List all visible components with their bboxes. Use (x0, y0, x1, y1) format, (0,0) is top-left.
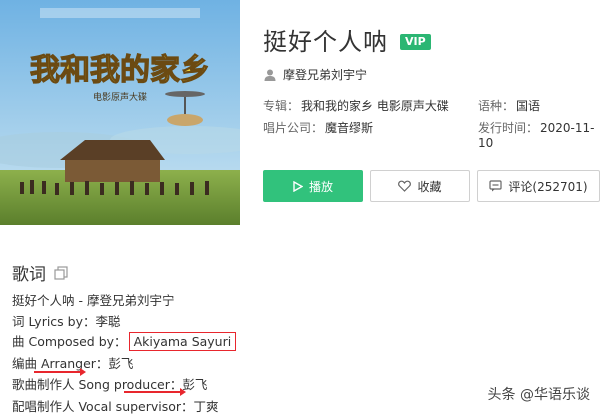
comment-label: 评论(252701) (508, 179, 588, 194)
release-label: 发行时间： (478, 121, 539, 135)
album-link[interactable]: 我和我的家乡 电影原声大碟 (301, 99, 449, 113)
language-value: 国语 (516, 99, 541, 113)
release-info: 发行时间： 2020-11-10 (478, 119, 600, 150)
play-button[interactable]: 播放 (263, 170, 363, 202)
copy-icon[interactable] (54, 265, 68, 280)
album-label: 专辑： (263, 99, 300, 113)
cover-subtitle: 电影原声大碟 (93, 91, 147, 103)
user-icon (264, 69, 276, 81)
company-info: 唱片公司： 魔音缪斯 (263, 119, 373, 136)
annotation-arrow (124, 388, 186, 396)
composer-prefix: 曲 Composed by： (12, 334, 127, 349)
annotation-arrow (34, 368, 86, 376)
lyric-line: 曲 Composed by： Akiyama Sayuri (12, 331, 237, 351)
lyric-line: 编曲 Arranger：彭飞 (12, 356, 134, 371)
favorite-label: 收藏 (417, 179, 442, 194)
language-label: 语种： (478, 99, 515, 113)
comment-button[interactable]: 评论(252701) (477, 170, 600, 202)
lyric-line: 配唱制作人 Vocal supervisor：丁爽 (12, 399, 219, 414)
company-label: 唱片公司： (263, 121, 324, 135)
lyric-line: 词 Lyrics by：李聪 (12, 314, 121, 329)
lyrics-title: 歌词 (12, 265, 46, 285)
heart-icon (398, 180, 412, 192)
company-link[interactable]: 魔音缪斯 (325, 121, 373, 135)
language-info: 语种： 国语 (478, 97, 540, 114)
play-label: 播放 (308, 179, 333, 194)
favorite-button[interactable]: 收藏 (370, 170, 470, 202)
lyrics-heading: 歌词 (12, 260, 68, 285)
lyric-line: 挺好个人呐 - 摩登兄弟刘宇宁 (12, 293, 175, 308)
comment-icon (489, 180, 503, 192)
play-icon (293, 180, 303, 192)
cover-title: 我和我的家乡 (30, 53, 210, 88)
watermark-text: 头条 @华语乐谈 (487, 387, 590, 403)
album-cover[interactable]: 我和我的家乡 电影原声大碟 (0, 0, 240, 225)
singer-link[interactable]: 摩登兄弟刘宇宁 (283, 66, 367, 83)
song-title: 挺好个人呐 (263, 28, 388, 56)
composer-highlight: Akiyama Sayuri (128, 332, 237, 351)
singer-row: 摩登兄弟刘宇宁 (263, 66, 367, 83)
album-info: 专辑： 我和我的家乡 电影原声大碟 (263, 97, 449, 114)
watermark: 头条 @华语乐谈 (488, 384, 590, 404)
vip-badge: VIP (400, 34, 431, 50)
album-cover-art: 我和我的家乡 电影原声大碟 (0, 0, 240, 225)
